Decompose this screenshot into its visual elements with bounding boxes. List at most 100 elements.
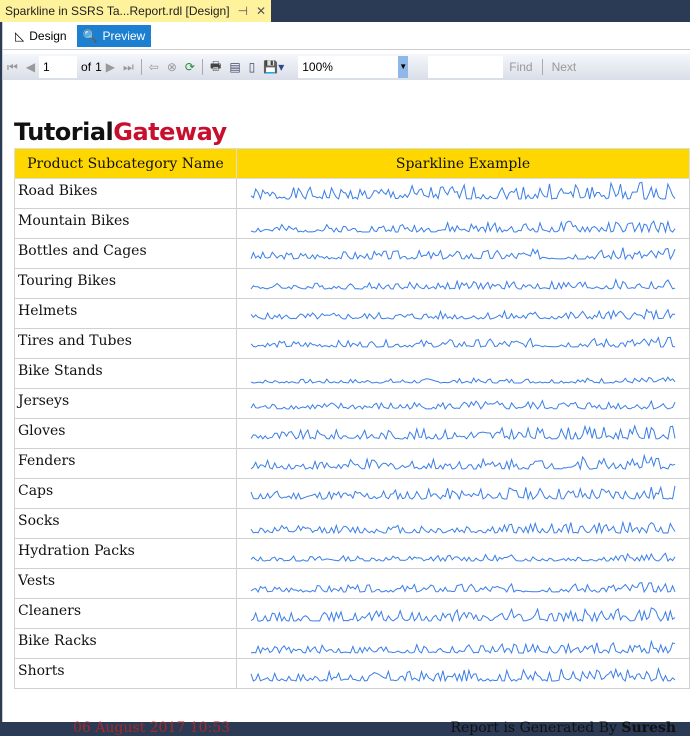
sparkline-line bbox=[250, 582, 676, 594]
back-icon[interactable]: ⇦ bbox=[145, 60, 163, 74]
refresh-icon[interactable]: ⟳ bbox=[181, 60, 199, 74]
document-tab[interactable]: Sparkline in SSRS Ta...Report.rdl [Desig… bbox=[0, 0, 272, 22]
mode-bar: ◺ Design 🔍 Preview bbox=[3, 22, 690, 50]
table-row: Shorts bbox=[14, 658, 690, 689]
sparkline-cell bbox=[236, 238, 690, 269]
sparkline-cell bbox=[236, 478, 690, 509]
table-row: Touring Bikes bbox=[14, 268, 690, 299]
header-sparkline: Sparkline Example bbox=[236, 148, 690, 179]
sparkline-line bbox=[250, 666, 676, 683]
ruler-icon: ◺ bbox=[15, 28, 25, 43]
report-toolbar: ⏮ ◀ 1 of 1 ▶ ⏭ ⇦ ⊗ ⟳ 🖶 ▤ ▯ 💾▾ 100% ▼ Find… bbox=[3, 54, 690, 80]
sparkline-chart bbox=[250, 424, 676, 441]
chevron-down-icon[interactable]: ▼ bbox=[398, 56, 409, 78]
subcategory-name: Helmets bbox=[14, 298, 237, 329]
subcategory-name: Caps bbox=[14, 478, 237, 509]
sparkline-line bbox=[250, 399, 676, 411]
table-row: Vests bbox=[14, 568, 690, 599]
design-tab[interactable]: ◺ Design bbox=[9, 25, 73, 47]
design-label: Design bbox=[29, 28, 67, 43]
first-page-icon[interactable]: ⏮ bbox=[3, 60, 22, 75]
export-icon[interactable]: 💾▾ bbox=[259, 60, 288, 74]
print-icon[interactable]: 🖶 bbox=[206, 57, 225, 78]
table-row: Jerseys bbox=[14, 388, 690, 419]
table-row: Tires and Tubes bbox=[14, 328, 690, 359]
page-input[interactable]: 1 bbox=[39, 56, 78, 78]
sparkline-line bbox=[250, 247, 676, 261]
logo-part1: Tutorial bbox=[14, 118, 114, 146]
subcategory-name: Touring Bikes bbox=[14, 268, 237, 299]
divider bbox=[541, 59, 543, 75]
next-button[interactable]: Next bbox=[546, 60, 583, 74]
sparkline-chart bbox=[250, 336, 676, 349]
sparkline-chart bbox=[250, 607, 676, 623]
table-row: Hydration Packs bbox=[14, 538, 690, 569]
sparkline-line bbox=[250, 520, 676, 535]
sparkline-cell bbox=[236, 388, 690, 419]
sparkline-chart bbox=[250, 453, 676, 471]
sparkline-cell bbox=[236, 538, 690, 569]
sparkline-line bbox=[250, 639, 676, 655]
sparkline-chart bbox=[250, 277, 676, 291]
next-page-icon[interactable]: ▶ bbox=[102, 60, 119, 74]
table-row: Road Bikes bbox=[14, 178, 690, 209]
subcategory-name: Shorts bbox=[14, 658, 237, 689]
total-pages: 1 bbox=[95, 60, 102, 74]
subcategory-name: Bike Stands bbox=[14, 358, 237, 389]
zoom-value: 100% bbox=[302, 60, 333, 74]
sparkline-cell bbox=[236, 508, 690, 539]
print-layout-icon[interactable]: ▤ bbox=[225, 60, 244, 74]
table-row: Socks bbox=[14, 508, 690, 539]
sparkline-chart bbox=[250, 666, 676, 683]
sparkline-chart bbox=[250, 399, 676, 411]
sparkline-cell bbox=[236, 268, 690, 299]
subcategory-name: Tires and Tubes bbox=[14, 328, 237, 359]
sparkline-line bbox=[250, 607, 676, 623]
report-body: TutorialGateway Product Subcategory Name… bbox=[3, 80, 690, 736]
sparkline-line bbox=[250, 424, 676, 441]
sparkline-table: Product Subcategory Name Sparkline Examp… bbox=[14, 148, 690, 689]
subcategory-name: Hydration Packs bbox=[14, 538, 237, 569]
tab-title: Sparkline in SSRS Ta...Report.rdl [Desig… bbox=[5, 4, 230, 18]
sparkline-cell bbox=[236, 298, 690, 329]
prev-page-icon[interactable]: ◀ bbox=[22, 60, 39, 74]
stop-icon[interactable]: ⊗ bbox=[163, 60, 181, 74]
table-row: Fenders bbox=[14, 448, 690, 479]
preview-tab[interactable]: 🔍 Preview bbox=[76, 24, 152, 47]
header-subcategory: Product Subcategory Name bbox=[14, 148, 237, 179]
zoom-select[interactable]: 100% ▼ bbox=[298, 56, 409, 78]
preview-icon: 🔍 bbox=[82, 28, 98, 43]
sparkline-cell bbox=[236, 448, 690, 479]
last-page-icon[interactable]: ⏭ bbox=[119, 60, 138, 75]
sparkline-chart bbox=[250, 247, 676, 261]
generated-by: Report is Generated By Suresh bbox=[450, 720, 676, 736]
table-row: Mountain Bikes bbox=[14, 208, 690, 239]
subcategory-name: Mountain Bikes bbox=[14, 208, 237, 239]
table-row: Cleaners bbox=[14, 598, 690, 629]
sparkline-chart bbox=[250, 520, 676, 535]
page-setup-icon[interactable]: ▯ bbox=[245, 60, 260, 74]
sparkline-line bbox=[250, 336, 676, 349]
find-input[interactable] bbox=[428, 56, 504, 78]
table-row: Bike Racks bbox=[14, 628, 690, 659]
logo: TutorialGateway bbox=[14, 118, 227, 146]
divider bbox=[201, 59, 203, 75]
sparkline-cell bbox=[236, 328, 690, 359]
sparkline-line bbox=[250, 181, 676, 201]
sparkline-cell bbox=[236, 178, 690, 209]
sparkline-chart bbox=[250, 219, 676, 234]
find-button[interactable]: Find bbox=[503, 60, 538, 74]
generated-label: Report is Generated By bbox=[450, 720, 622, 736]
pin-icon[interactable]: ⊣ bbox=[238, 4, 248, 18]
subcategory-name: Bottles and Cages bbox=[14, 238, 237, 269]
sparkline-line bbox=[250, 277, 676, 291]
close-icon[interactable]: ✕ bbox=[256, 4, 266, 18]
sparkline-chart bbox=[250, 639, 676, 655]
table-row: Gloves bbox=[14, 418, 690, 449]
sparkline-line bbox=[250, 376, 676, 384]
report-designer: ◺ Design 🔍 Preview ⏮ ◀ 1 of 1 ▶ ⏭ ⇦ ⊗ ⟳ 🖶 … bbox=[2, 22, 690, 736]
subcategory-name: Bike Racks bbox=[14, 628, 237, 659]
sparkline-chart bbox=[250, 485, 676, 501]
sparkline-chart bbox=[250, 582, 676, 594]
user-name: Suresh bbox=[621, 720, 676, 736]
